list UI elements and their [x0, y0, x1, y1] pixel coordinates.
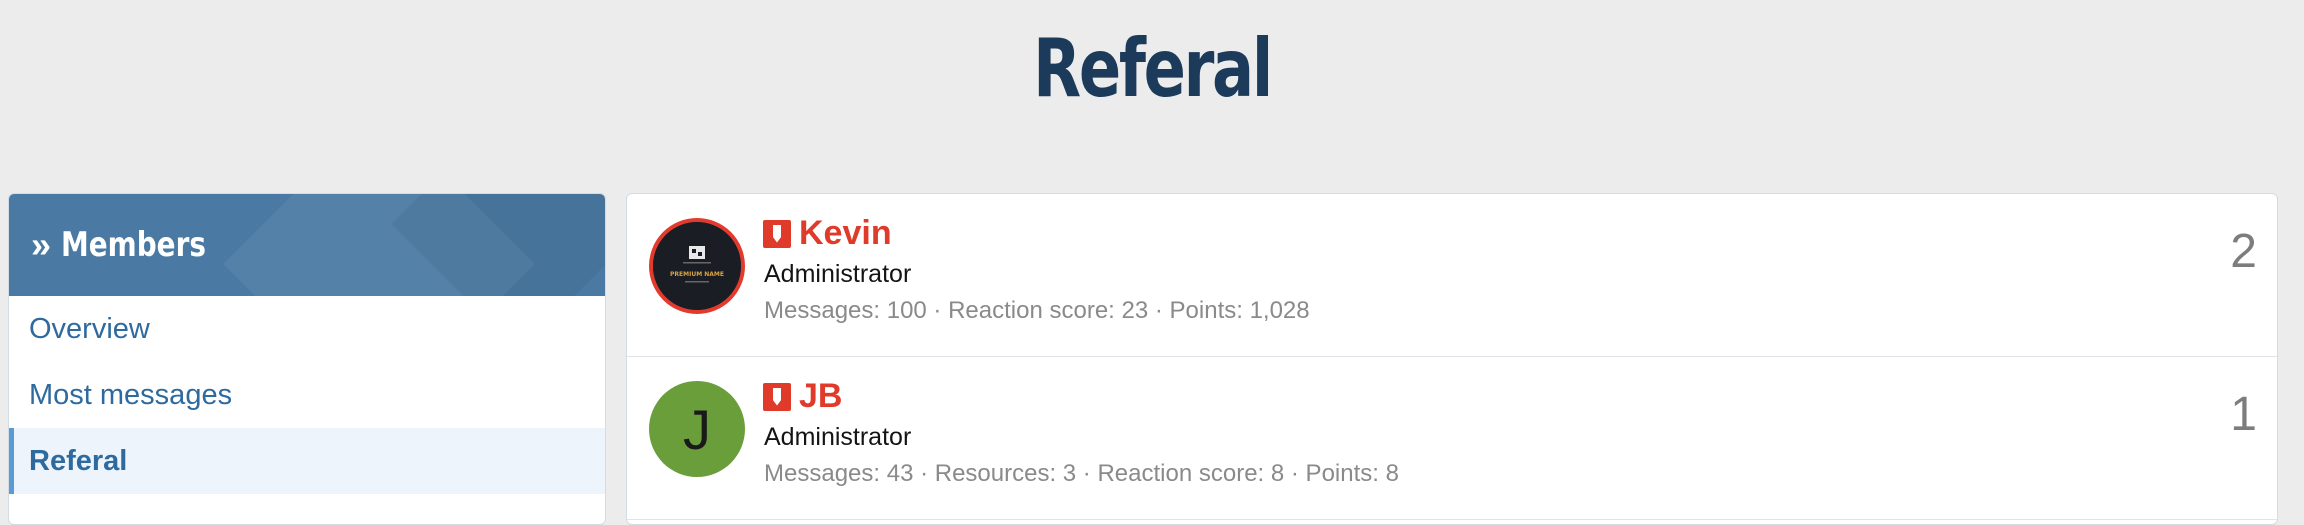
- username-link[interactable]: Kevin: [763, 214, 892, 253]
- username-label: Kevin: [799, 214, 892, 252]
- username-link[interactable]: JB: [763, 377, 842, 416]
- sidebar-item-referal[interactable]: Referal: [9, 428, 605, 494]
- user-role: Administrator: [764, 260, 912, 288]
- double-chevron-right-icon: »: [31, 224, 52, 265]
- sidebar-item-label: Referal: [29, 444, 128, 477]
- username-label: JB: [799, 377, 843, 415]
- members-sidebar: » Members Overview Most messages Referal: [8, 193, 606, 525]
- list-item: J JB Administrator Messages: 43 · Resour…: [627, 357, 2277, 520]
- user-role: Administrator: [764, 423, 912, 451]
- page-title: Referal: [1033, 22, 1273, 115]
- sidebar-item-overview[interactable]: Overview: [9, 296, 605, 362]
- avatar[interactable]: PREMIUM NAME: [649, 218, 745, 314]
- avatar-logo-image: PREMIUM NAME: [653, 222, 741, 310]
- sidebar-item-label: Most messages: [29, 378, 233, 411]
- member-list: PREMIUM NAME Kevin Administrator Message…: [626, 193, 2278, 525]
- referral-count: 2: [2230, 225, 2257, 278]
- sidebar-title: Members: [61, 225, 206, 265]
- referral-count: 1: [2230, 388, 2257, 441]
- sidebar-header: » Members: [9, 194, 605, 296]
- staff-badge-icon: [763, 219, 791, 248]
- staff-badge-icon: [763, 382, 791, 411]
- avatar-letter: J: [683, 397, 711, 461]
- sidebar-item-most-messages[interactable]: Most messages: [9, 362, 605, 428]
- avatar-text: PREMIUM NAME: [670, 271, 724, 278]
- sidebar-item-label: Overview: [29, 312, 150, 345]
- list-item: PREMIUM NAME Kevin Administrator Message…: [627, 194, 2277, 357]
- user-stats: Messages: 100 · Reaction score: 23 · Poi…: [764, 297, 1310, 324]
- user-stats: Messages: 43 · Resources: 3 · Reaction s…: [764, 460, 1399, 487]
- avatar[interactable]: J: [649, 381, 745, 477]
